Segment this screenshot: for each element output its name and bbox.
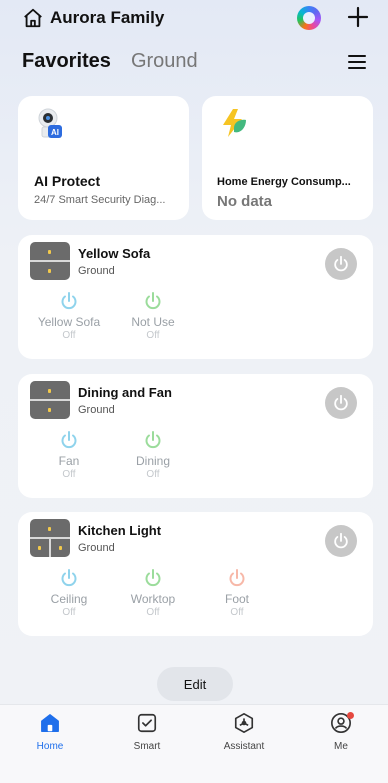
home-screen: Aurora Family Favorites Ground AI AI Pro… — [0, 0, 388, 783]
tab-favorites[interactable]: Favorites — [22, 50, 111, 73]
add-icon[interactable] — [345, 4, 371, 30]
power-icon — [61, 431, 77, 449]
device-card[interactable]: Dining and Fan Ground Fan Off Dining Off — [18, 374, 373, 498]
ai-protect-title: AI Protect — [34, 173, 101, 189]
energy-value: No data — [217, 193, 273, 210]
ai-protect-subtitle: 24/7 Smart Security Diag... — [34, 194, 166, 206]
switch-ceiling[interactable]: Ceiling Off — [27, 568, 111, 618]
switch-label: Worktop — [130, 592, 176, 606]
switch-state: Off — [146, 330, 160, 341]
bottom-nav: Home Smart Assistant Me — [0, 704, 388, 783]
switch-thumbnail — [30, 519, 70, 557]
power-icon — [145, 292, 161, 310]
home-selector[interactable]: Aurora Family — [22, 7, 164, 29]
lightning-leaf-icon — [223, 109, 246, 137]
power-icon — [61, 292, 77, 310]
switch-worktop[interactable]: Worktop Off — [111, 568, 195, 618]
energy-card[interactable]: Home Energy Consump... No data — [202, 96, 373, 220]
nav-label: Smart — [133, 741, 161, 752]
home-icon — [41, 714, 59, 732]
switch-state: Off — [230, 607, 244, 618]
switch-fan[interactable]: Fan Off — [27, 430, 111, 480]
switch-label: Ceiling — [50, 592, 88, 606]
device-name: Yellow Sofa — [78, 246, 151, 261]
switch-state: Off — [146, 469, 160, 480]
device-room: Ground — [78, 542, 115, 554]
ai-assistant-orb-icon[interactable] — [297, 6, 321, 30]
switch-state: Off — [146, 607, 160, 618]
menu-icon[interactable] — [346, 53, 368, 71]
nav-me[interactable]: Me — [301, 712, 381, 752]
switch-label: Not Use — [131, 315, 175, 329]
tab-ground[interactable]: Ground — [131, 50, 198, 73]
power-button[interactable] — [325, 248, 357, 280]
power-icon — [61, 569, 77, 587]
power-icon — [145, 569, 161, 587]
switch-state: Off — [62, 469, 76, 480]
nav-assistant[interactable]: Assistant — [204, 712, 284, 752]
switch-label: Foot — [224, 592, 249, 606]
nav-label: Home — [36, 741, 64, 752]
device-room: Ground — [78, 265, 115, 277]
device-name: Dining and Fan — [78, 385, 172, 400]
house-icon — [24, 8, 42, 28]
device-room: Ground — [78, 404, 115, 416]
room-tabs: Favorites Ground — [22, 50, 198, 73]
device-card[interactable]: Kitchen Light Ground Ceiling Off Worktop… — [18, 512, 373, 636]
switch-thumbnail — [30, 381, 70, 419]
edit-button[interactable]: Edit — [157, 667, 233, 701]
energy-title: Home Energy Consump... — [217, 176, 351, 188]
power-icon — [334, 255, 348, 272]
ai-protect-card[interactable]: AI AI Protect 24/7 Smart Security Diag..… — [18, 96, 189, 220]
ai-camera-icon: AI — [38, 108, 62, 138]
switch-yellow-sofa[interactable]: Yellow Sofa Off — [27, 291, 111, 341]
device-name: Kitchen Light — [78, 523, 162, 538]
nav-smart[interactable]: Smart — [107, 712, 187, 752]
nav-home[interactable]: Home — [10, 712, 90, 752]
svg-text:AI: AI — [51, 128, 59, 137]
switch-foot[interactable]: Foot Off — [195, 568, 279, 618]
switch-state: Off — [62, 607, 76, 618]
nav-label: Assistant — [223, 741, 265, 752]
switch-label: Yellow Sofa — [37, 315, 101, 329]
power-icon — [334, 532, 348, 549]
device-card[interactable]: Yellow Sofa Ground Yellow Sofa Off Not U… — [18, 235, 373, 359]
switch-thumbnail — [30, 242, 70, 280]
switch-not-use[interactable]: Not Use Off — [111, 291, 195, 341]
switch-label: Dining — [135, 454, 171, 468]
nav-label: Me — [334, 741, 348, 752]
switch-state: Off — [62, 330, 76, 341]
top-bar: Aurora Family — [0, 0, 388, 40]
power-icon — [334, 394, 348, 411]
power-button[interactable] — [325, 525, 357, 557]
power-icon — [229, 569, 245, 587]
assistant-icon — [234, 713, 254, 733]
switch-label: Fan — [58, 454, 80, 468]
home-name: Aurora Family — [50, 8, 165, 27]
notification-dot — [347, 712, 354, 719]
switch-dining[interactable]: Dining Off — [111, 430, 195, 480]
power-button[interactable] — [325, 387, 357, 419]
power-icon — [145, 431, 161, 449]
checkbox-icon — [137, 713, 157, 733]
